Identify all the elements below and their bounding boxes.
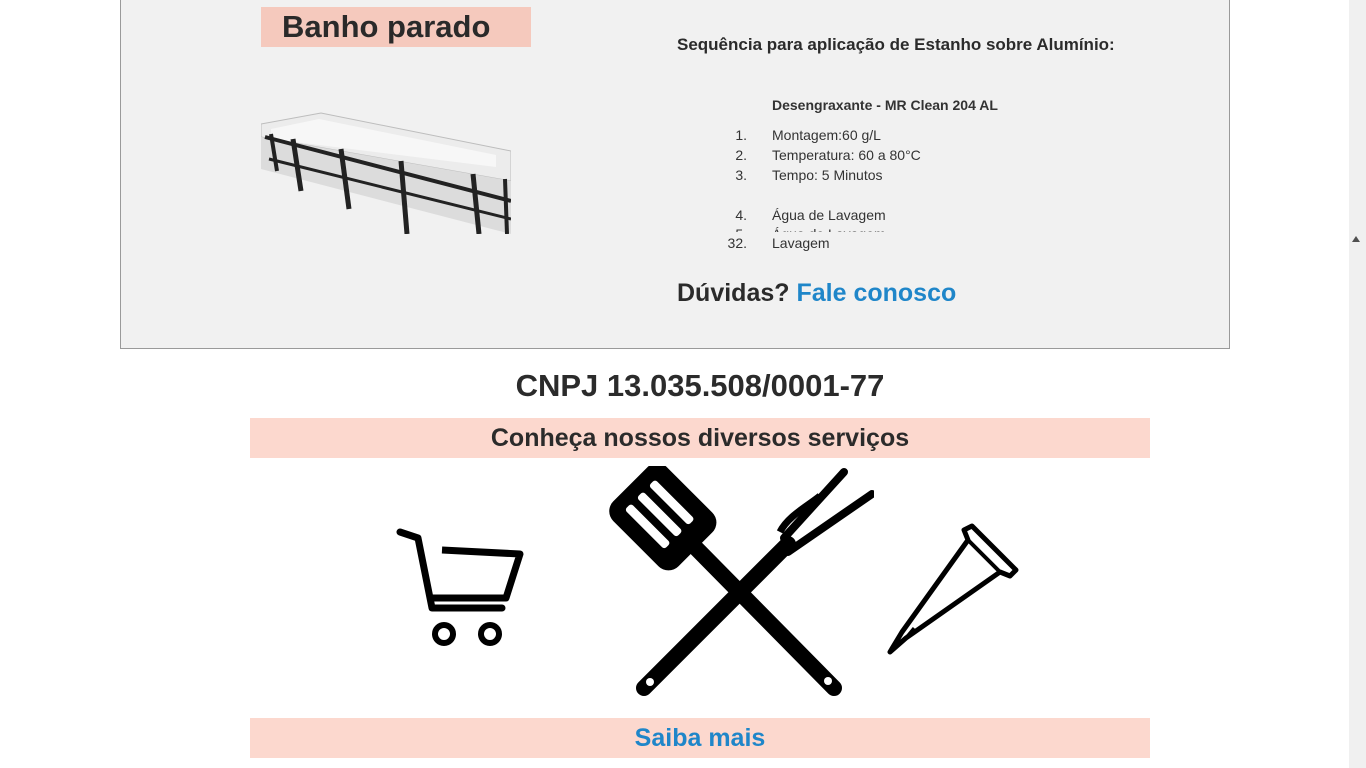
product-panel: Banho parado Sequência para aplicação de… [120,0,1230,349]
tank-image [261,112,511,234]
page-scrollbar[interactable] [1349,0,1366,768]
steps-subtitle: Desengraxante - MR Clean 204 AL [772,97,998,113]
more-banner: Saiba mais [250,718,1150,758]
cnpj-text: CNPJ 13.035.508/0001-77 [515,368,885,403]
list-item: 2. Temperatura: 60 a 80°C [735,147,921,163]
contact-line: Dúvidas? Fale conosco [677,279,956,308]
list-item: 5.Água de Lavagem [681,224,1121,232]
sequence-heading: Sequência para aplicação de Estanho sobr… [677,35,1115,54]
list-item: 3. Tempo: 5 Minutos [735,167,883,183]
scroll-up-icon[interactable] [1352,236,1360,242]
list-item: 4. Água de Lavagem [735,207,886,223]
shopping-cart-icon [396,528,524,646]
more-link[interactable]: Saiba mais [635,724,766,752]
contact-link[interactable]: Fale conosco [796,279,956,307]
doubts-label: Dúvidas? [677,279,790,307]
list-item: 1. Montagem:60 g/L [735,127,881,143]
panel-title: Banho parado [261,7,531,47]
steps-list: Desengraxante - MR Clean 204 AL 1. Montag… [681,91,1121,232]
spatula-fork-icon [609,466,874,696]
nail-icon [887,523,1019,655]
services-banner: Conheça nossos diversos serviços [250,418,1150,458]
list-item-overflow: 32. Lavagem [727,235,830,251]
